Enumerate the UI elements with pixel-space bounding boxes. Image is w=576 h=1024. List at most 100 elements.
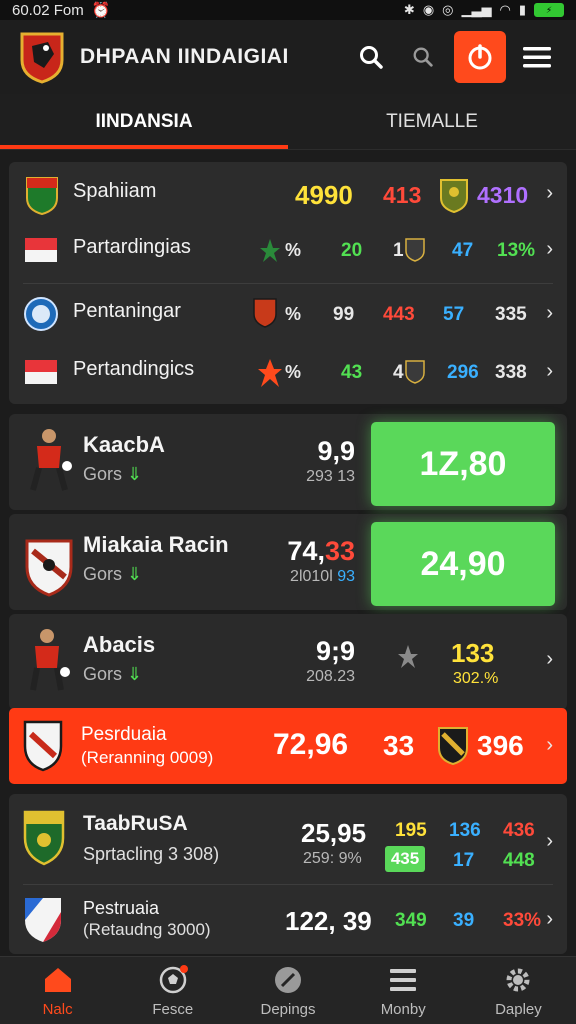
stat-value: 436	[503, 820, 535, 841]
mini-crest-icon	[253, 298, 277, 328]
nav-scores[interactable]: Fesce	[115, 957, 230, 1024]
flag-icon	[25, 360, 57, 384]
tab-bar: IINDANSIA TIEMALLE	[0, 94, 576, 150]
nav-home[interactable]: Nalc	[0, 957, 115, 1024]
table-row[interactable]: Pentaningar % 99 443 57 335 ›	[9, 286, 567, 342]
match-card[interactable]: Abacis Gors ⇓ 9;9 208.23 133 302.% ›	[9, 614, 567, 710]
hamburger-menu-icon	[523, 47, 551, 68]
stat-value: 43	[341, 362, 363, 383]
stat-value: 448	[503, 850, 535, 871]
stat-value: 335	[495, 304, 527, 325]
arrow-icon: ⇓	[127, 564, 143, 584]
team-name: Pertandingics	[73, 358, 195, 380]
sync-icon: ◎	[442, 2, 454, 17]
list-icon	[390, 968, 417, 991]
team-name: Miakaia Racin	[83, 532, 229, 557]
stat-value: 296	[447, 362, 479, 383]
team-subtitle: Sprtacling 3 308)	[83, 844, 220, 864]
status-bar: 60.02 Fom ⏰ ✱ ◉ ◎ ▁▃▅ ◠ ▮ ⚡	[0, 0, 576, 20]
club-crest-icon	[25, 539, 73, 597]
team-name: Abacis	[83, 632, 156, 657]
mini-crest-icon	[405, 238, 425, 262]
promo-stat: 33	[383, 730, 415, 761]
player-avatar	[30, 629, 70, 691]
odd-percent: 302.%	[453, 670, 499, 687]
stat-value: 20	[341, 240, 363, 261]
signal-icon: ▁▃▅	[461, 2, 492, 17]
stat-value: 413	[383, 182, 422, 208]
team-name: KaacbA	[83, 432, 165, 457]
chevron-right-icon: ›	[546, 734, 553, 756]
menu-button[interactable]	[516, 36, 558, 78]
app-header: DHPAAN IINDAIGIAI	[0, 20, 576, 94]
club-crest-logo	[20, 32, 64, 84]
search-button[interactable]	[350, 36, 392, 78]
team-name: Pestruaia	[83, 898, 160, 918]
match-score-secondary: 293 13	[306, 468, 355, 485]
search-alt-icon	[413, 47, 433, 67]
stat-value: 349	[395, 910, 427, 931]
filter-search-button[interactable]	[402, 36, 444, 78]
trend-icon	[260, 239, 280, 262]
chevron-right-icon: ›	[546, 648, 553, 670]
standings-card: Spahiiam 4990 413 4310 › Partardingias %…	[9, 162, 567, 404]
app-title: DHPAAN IINDAIGIAI	[80, 45, 289, 68]
match-score: 122, 39	[285, 906, 372, 936]
table-row[interactable]: Pertandingics % 43 4 296 338 ›	[9, 344, 567, 400]
live-button[interactable]	[454, 31, 506, 83]
team-name: Pentaningar	[73, 300, 181, 322]
match-score-secondary: 208.23	[306, 668, 355, 685]
wifi-icon: ◠	[499, 2, 511, 17]
compass-icon	[275, 966, 301, 993]
nav-label: Nalc	[42, 1000, 73, 1018]
list-item[interactable]: Pestruaia (Retaudng 3000) 122, 39 349 39…	[9, 890, 567, 954]
promo-subtitle: (Reranning 0009)	[81, 748, 214, 767]
alarm-icon: ⏰	[91, 2, 111, 19]
row-divider	[23, 283, 553, 284]
club-crest-icon	[23, 810, 65, 866]
table-row[interactable]: Spahiiam 4990 413 4310 ›	[9, 166, 567, 222]
nav-settings[interactable]: Dapley	[461, 957, 576, 1024]
percent-value: %	[285, 362, 302, 382]
match-score: 74,33	[287, 536, 355, 566]
location-icon: ◉	[422, 2, 435, 17]
fixtures-card: TaabRuSA Sprtacling 3 308) 25,95 259: 9%…	[9, 794, 567, 954]
opponent-crest-icon	[438, 727, 468, 766]
stat-value: 4310	[477, 182, 529, 208]
club-crest-icon	[23, 720, 63, 772]
trend-icon	[398, 645, 418, 668]
team-badge-icon	[24, 297, 58, 331]
team-name: Partardingias	[73, 236, 191, 258]
highlighted-match-row[interactable]: Pesrduaia (Reranning 0009) 72,96 33 396 …	[9, 708, 567, 784]
match-card[interactable]: KaacbA Gors ⇓ 9,9 293 13 1Z,80	[9, 414, 567, 510]
match-subtitle: Gors ⇓	[83, 564, 143, 584]
chevron-right-icon: ›	[546, 908, 553, 930]
match-subtitle: Gors ⇓	[83, 464, 143, 484]
nav-depings[interactable]: Depings	[230, 957, 345, 1024]
flame-icon	[258, 359, 282, 387]
match-score-secondary: 259: 9%	[303, 850, 362, 867]
stat-value: 99	[333, 304, 355, 325]
tab-iindansia[interactable]: IINDANSIA	[0, 94, 288, 149]
nav-monby[interactable]: Monby	[346, 957, 461, 1024]
stat-value: 443	[383, 304, 415, 325]
match-card[interactable]: Miakaia Racin Gors ⇓ 74,33 2l010l 93 24,…	[9, 514, 567, 610]
stat-value: 13%	[497, 240, 536, 261]
nav-label: Fesce	[152, 1000, 194, 1018]
odds-button[interactable]: 24,90	[371, 522, 555, 606]
nav-label: Monby	[380, 1000, 426, 1018]
arrow-icon: ⇓	[127, 664, 143, 684]
promo-stat: 396	[477, 730, 524, 761]
list-item[interactable]: TaabRuSA Sprtacling 3 308) 25,95 259: 9%…	[9, 800, 567, 880]
mini-crest-icon	[405, 360, 425, 384]
odds-button[interactable]: 1Z,80	[371, 422, 555, 506]
percent-value: %	[285, 240, 302, 260]
table-row[interactable]: Partardingias % 20 1 47 13% ›	[9, 222, 567, 278]
stat-value: 4	[393, 362, 404, 383]
tab-tiemalle[interactable]: TIEMALLE	[288, 94, 576, 149]
team-name: Spahiiam	[73, 180, 157, 202]
team-name: TaabRuSA	[83, 812, 188, 835]
stat-value: 136	[449, 820, 481, 841]
highlight-stat-badge: 435	[385, 846, 425, 872]
chevron-right-icon: ›	[546, 238, 553, 260]
